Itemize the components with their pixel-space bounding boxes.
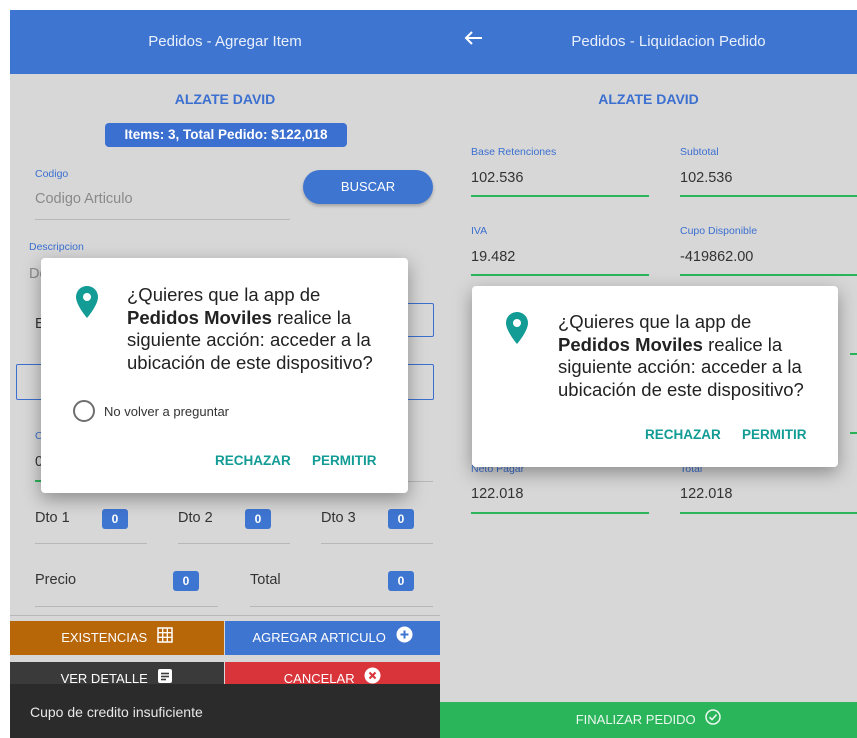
subtotal-value: 102.536	[680, 170, 733, 186]
total-value: 122.018	[680, 486, 733, 502]
dto2-value[interactable]: 0	[245, 509, 271, 529]
base-retenciones-underline	[471, 195, 649, 197]
cupo-disponible-value: -419862.00	[680, 249, 754, 265]
finalize-order-label: FINALIZAR PEDIDO	[575, 712, 696, 727]
total-value: 0	[388, 571, 414, 591]
order-summary-badge: Items: 3, Total Pedido: $122,018	[105, 123, 347, 147]
neto-pagar-value: 122.018	[471, 486, 524, 502]
codigo-underline	[35, 219, 290, 220]
client-name: ALZATE DAVID	[174, 91, 276, 107]
existencias-button[interactable]: EXISTENCIAS	[10, 621, 224, 655]
cupo-disponible-label: Cupo Disponible	[680, 225, 758, 237]
reject-button[interactable]: RECHAZAR	[215, 453, 291, 468]
total-underline	[250, 606, 433, 607]
section-divider	[10, 615, 440, 616]
app-bar: Pedidos - Agregar Item	[10, 10, 440, 74]
allow-button[interactable]: PERMITIR	[742, 427, 807, 442]
dto1-label: Dto 1	[35, 510, 70, 526]
reject-button[interactable]: RECHAZAR	[645, 427, 721, 442]
location-pin-icon	[506, 312, 528, 344]
iva-underline	[471, 274, 649, 276]
iva-label: IVA	[471, 225, 488, 237]
app-bar: Pedidos - Liquidacion Pedido	[440, 10, 857, 74]
screen-add-item: Pedidos - Agregar Item ALZATE DAVID Item…	[10, 10, 440, 738]
location-permission-dialog: ¿Quieres que la app de Pedidos Moviles r…	[472, 286, 838, 467]
dialog-message: ¿Quieres que la app de Pedidos Moviles r…	[127, 284, 373, 373]
base-retenciones-value: 102.536	[471, 170, 524, 186]
page-title: Pedidos - Agregar Item	[148, 33, 302, 50]
precio-label: Precio	[35, 572, 77, 588]
precio-underline	[35, 606, 218, 607]
dont-ask-label: No volver a preguntar	[104, 404, 230, 419]
precio-value[interactable]: 0	[173, 571, 199, 591]
dto1-value[interactable]: 0	[102, 509, 128, 529]
client-name: ALZATE DAVID	[598, 91, 699, 107]
dto2-label: Dto 2	[178, 510, 213, 526]
iva-value: 19.482	[471, 249, 516, 265]
dto3-label: Dto 3	[321, 510, 356, 526]
dialog-message: ¿Quieres que la app de Pedidos Moviles r…	[558, 311, 804, 400]
subtotal-label: Subtotal	[680, 146, 719, 158]
base-retenciones-label: Base Retenciones	[471, 146, 557, 158]
page-title: Pedidos - Liquidacion Pedido	[571, 33, 766, 50]
dont-ask-checkbox[interactable]	[73, 400, 95, 422]
hidden-underline-2	[850, 432, 857, 434]
snackbar-message: Cupo de credito insuficiente	[10, 684, 440, 738]
search-button[interactable]: BUSCAR	[303, 170, 433, 204]
check-circle-icon	[705, 703, 722, 738]
dto1-underline	[35, 543, 147, 544]
cupo-disponible-underline	[680, 274, 857, 276]
screen-order-settlement: Pedidos - Liquidacion Pedido ALZATE DAVI…	[440, 10, 857, 738]
existencias-label: EXISTENCIAS	[61, 630, 148, 645]
dto2-underline	[178, 543, 290, 544]
subtotal-underline	[680, 195, 857, 197]
total-underline	[680, 512, 857, 514]
total-label: Total	[250, 572, 281, 588]
dto3-value[interactable]: 0	[388, 509, 414, 529]
neto-pagar-underline	[471, 512, 649, 514]
codigo-label: Codigo	[35, 168, 69, 180]
finalize-order-button[interactable]: FINALIZAR PEDIDO	[440, 702, 857, 738]
dto3-underline	[321, 543, 433, 544]
grid-icon	[157, 622, 173, 656]
location-permission-dialog: ¿Quieres que la app de Pedidos Moviles r…	[41, 258, 408, 493]
add-article-label: AGREGAR ARTICULO	[252, 630, 386, 645]
add-article-button[interactable]: AGREGAR ARTICULO	[225, 621, 440, 655]
descripcion-label: Descripcion	[29, 241, 84, 253]
hidden-underline	[850, 353, 857, 355]
codigo-input[interactable]: Codigo Articulo	[35, 191, 133, 207]
allow-button[interactable]: PERMITIR	[312, 453, 377, 468]
location-pin-icon	[76, 286, 98, 318]
plus-circle-icon	[396, 622, 413, 656]
